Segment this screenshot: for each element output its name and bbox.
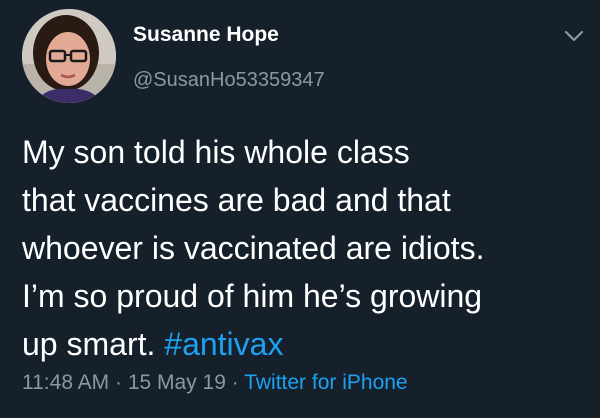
tweet-source-link[interactable]: Twitter for iPhone — [244, 371, 407, 394]
avatar[interactable] — [22, 9, 116, 103]
tweet-body-line-last: up smart. #antivax — [22, 320, 582, 368]
tweet-body-line: I’m so proud of him he’s growing — [22, 278, 483, 314]
tweet-menu-button[interactable] — [562, 26, 586, 46]
meta-separator: · — [225, 371, 245, 394]
hashtag-link[interactable]: #antivax — [164, 326, 283, 362]
tweet-card: Susanne Hope @SusanHo53359347 My son tol… — [0, 0, 600, 418]
avatar-photo — [22, 9, 116, 103]
tweet-body-line: whoever is vaccinated are idiots. — [22, 230, 485, 266]
tweet-body-line: My son told his whole class — [22, 134, 410, 170]
tweet-date[interactable]: 15 May 19 — [128, 371, 226, 394]
chevron-down-icon — [564, 30, 584, 42]
tweet-body-line: up smart. — [22, 326, 156, 362]
author-handle[interactable]: @SusanHo53359347 — [133, 69, 325, 92]
tweet-body: My son told his whole class that vaccine… — [22, 128, 582, 368]
author-display-name[interactable]: Susanne Hope — [133, 23, 279, 47]
meta-separator: · — [109, 371, 128, 394]
tweet-time[interactable]: 11:48 AM — [22, 371, 109, 394]
tweet-body-line: that vaccines are bad and that — [22, 182, 451, 218]
tweet-meta: 11:48 AM · 15 May 19 · Twitter for iPhon… — [22, 371, 408, 395]
